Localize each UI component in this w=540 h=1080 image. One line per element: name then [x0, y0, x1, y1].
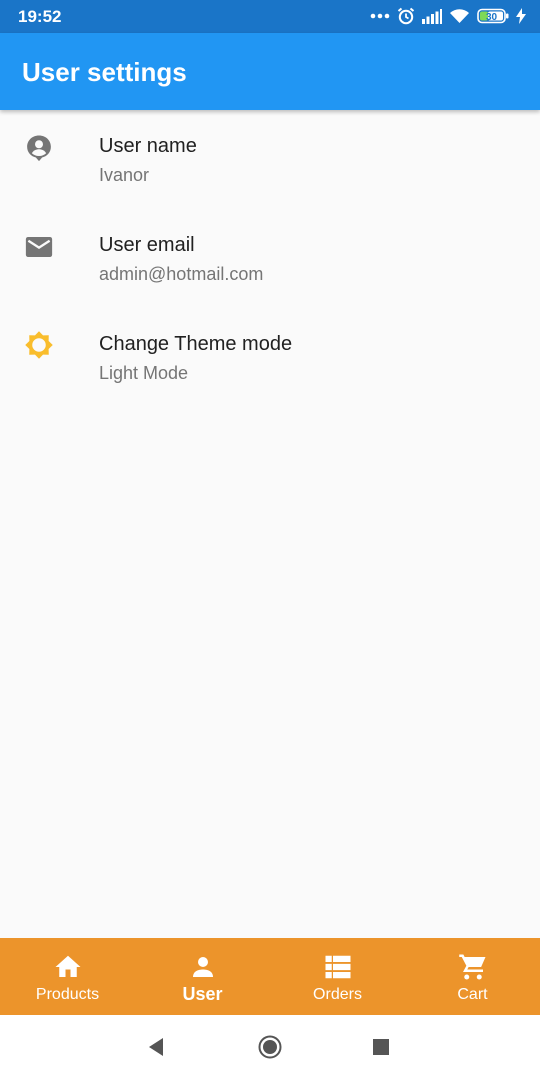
- settings-item-user-email[interactable]: User email admin@hotmail.com: [0, 209, 540, 308]
- wifi-icon: [450, 9, 469, 23]
- alarm-icon: [397, 7, 415, 25]
- page-title: User settings: [22, 57, 187, 87]
- nav-label: Cart: [457, 986, 488, 1003]
- recents-icon[interactable]: [373, 1039, 389, 1055]
- nav-label: User: [182, 984, 223, 1004]
- nav-label: Orders: [313, 986, 362, 1003]
- nav-item-cart[interactable]: Cart: [405, 938, 540, 1015]
- home-icon: [53, 952, 83, 982]
- app-bar: User settings: [0, 33, 540, 110]
- battery-level: 30: [486, 12, 498, 23]
- status-icons: 30: [370, 5, 526, 27]
- item-title: User name: [99, 135, 197, 157]
- person-icon: [188, 952, 218, 982]
- status-bar: 19:52 30: [0, 0, 540, 33]
- home-circle-icon[interactable]: [258, 1035, 282, 1059]
- email-icon: [24, 232, 54, 262]
- more-dots-icon: [370, 13, 390, 19]
- list-icon: [323, 952, 353, 982]
- battery-icon: 30: [477, 8, 509, 24]
- item-title: Change Theme mode: [99, 333, 293, 355]
- item-subtitle: admin@hotmail.com: [99, 264, 264, 284]
- settings-item-theme-mode[interactable]: Change Theme mode Light Mode: [0, 308, 540, 407]
- item-subtitle: Ivanor: [99, 165, 150, 185]
- settings-item-user-name[interactable]: User name Ivanor: [0, 110, 540, 209]
- nav-item-orders[interactable]: Orders: [270, 938, 405, 1015]
- system-nav: [0, 1015, 540, 1080]
- charging-icon: [516, 8, 526, 24]
- item-subtitle: Light Mode: [99, 363, 189, 383]
- bottom-nav: Products User Orders Cart: [0, 938, 540, 1015]
- signal-icon: [422, 8, 442, 24]
- back-icon[interactable]: [147, 1037, 165, 1057]
- nav-label: Products: [35, 986, 100, 1003]
- item-title: User email: [99, 234, 195, 256]
- cart-icon: [458, 952, 488, 982]
- status-time: 19:52: [18, 7, 62, 26]
- sun-icon: [24, 330, 54, 360]
- nav-item-user[interactable]: User: [135, 938, 270, 1015]
- nav-item-products[interactable]: Products: [0, 938, 135, 1015]
- account-pin-icon: [24, 133, 54, 163]
